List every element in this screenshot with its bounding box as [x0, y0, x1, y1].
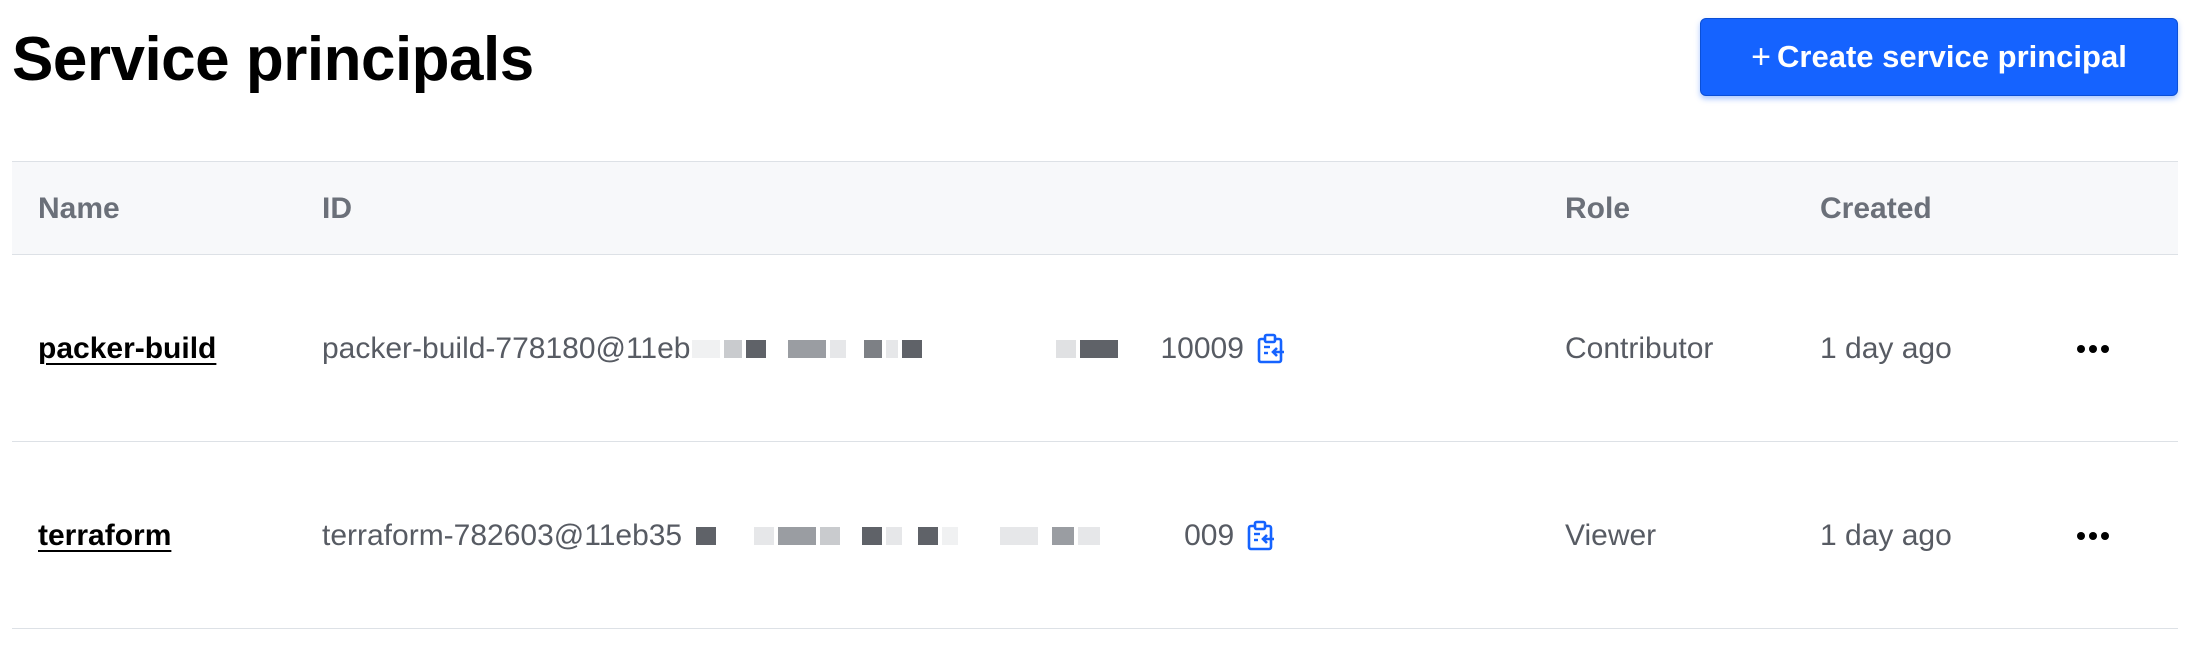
role-cell: Contributor [1565, 331, 1714, 365]
id-cell: packer-build-778180@11eb 10009 [322, 255, 1286, 442]
column-header-name[interactable]: Name [38, 162, 120, 256]
more-horizontal-icon[interactable] [2075, 442, 2111, 629]
principal-id-suffix: 009 [1184, 518, 1235, 552]
principal-name-link[interactable]: terraform [38, 519, 171, 553]
table-row: packer-build packer-build-778180@11eb 10… [12, 255, 2178, 442]
principal-id-prefix: terraform-782603@11eb35 [322, 518, 683, 552]
table-row: terraform terraform-782603@11eb35 009 Vi… [12, 442, 2178, 629]
principal-id-prefix: packer-build-778180@11eb [322, 331, 691, 365]
column-header-id[interactable]: ID [322, 162, 352, 256]
clipboard-copy-icon[interactable] [1256, 333, 1286, 365]
create-service-principal-button[interactable]: + Create service principal [1700, 18, 2178, 96]
redacted-id-segment [690, 339, 1160, 358]
created-cell: 1 day ago [1820, 331, 1952, 365]
column-header-created[interactable]: Created [1820, 162, 1932, 256]
create-button-label: Create service principal [1777, 39, 2127, 74]
name-cell: packer-build [38, 255, 216, 442]
name-cell: terraform [38, 442, 171, 629]
page-title: Service principals [12, 25, 534, 94]
principal-name-link[interactable]: packer-build [38, 332, 216, 366]
redacted-id-segment [694, 526, 1184, 545]
table-header: Name ID Role Created [12, 161, 2178, 255]
service-principals-table: Name ID Role Created packer-build packer… [12, 161, 2178, 629]
more-horizontal-icon[interactable] [2075, 255, 2111, 442]
created-cell: 1 day ago [1820, 518, 1952, 552]
column-header-role[interactable]: Role [1565, 162, 1630, 256]
id-cell: terraform-782603@11eb35 009 [322, 442, 1276, 629]
principal-id-suffix: 10009 [1160, 331, 1244, 365]
clipboard-copy-icon[interactable] [1246, 520, 1276, 552]
plus-icon: + [1751, 37, 1772, 76]
role-cell: Viewer [1565, 518, 1657, 552]
